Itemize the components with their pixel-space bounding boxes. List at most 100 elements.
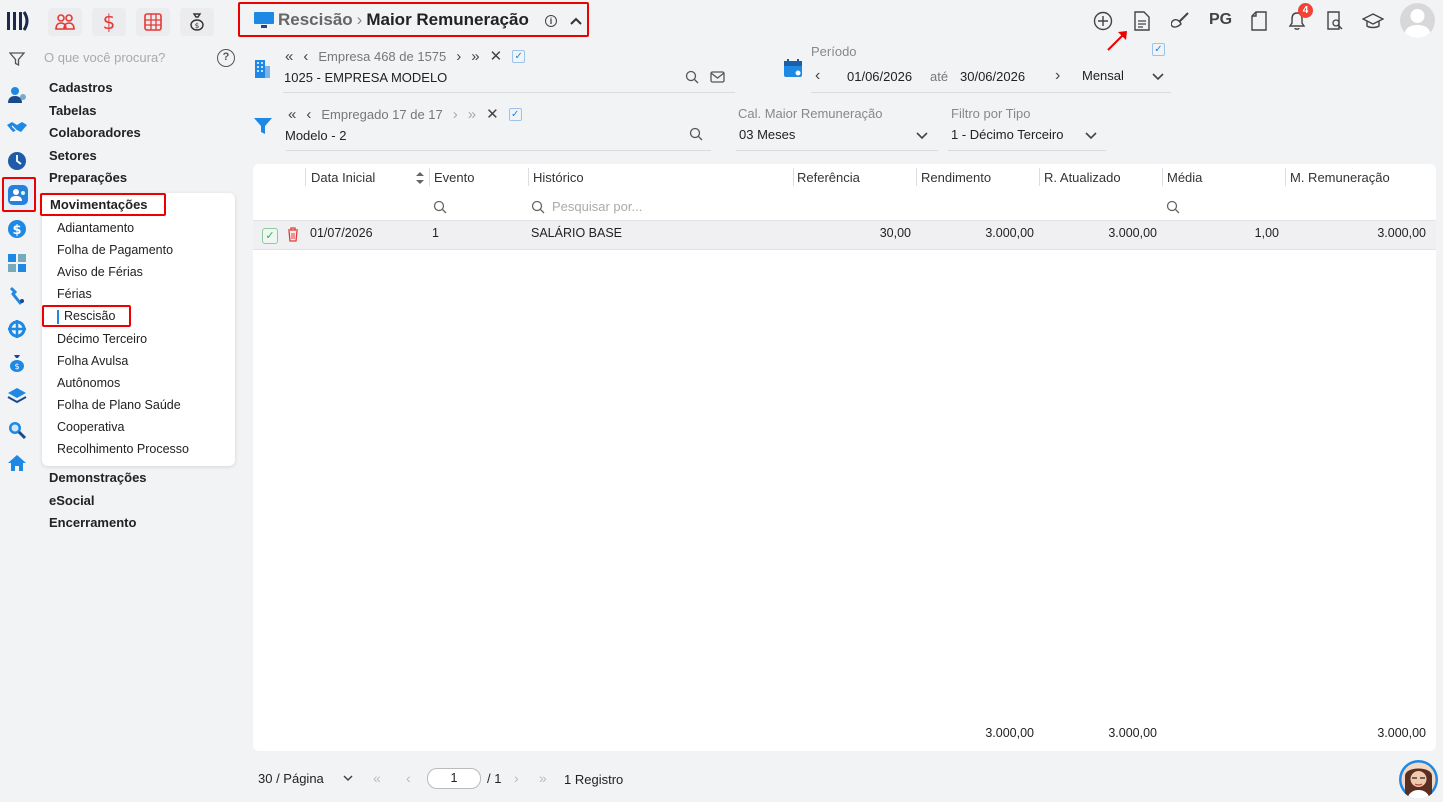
col-header-m-remuneracao[interactable]: M. Remuneração [1290,170,1390,185]
empresa-first-button[interactable]: « [285,48,293,65]
periodo-end-field[interactable]: 30/06/2026 [960,69,1025,84]
svg-text:$: $ [12,223,21,238]
sidebar-item-esocial[interactable]: eSocial [49,493,95,508]
calculator-icon[interactable] [6,252,28,274]
per-page-chevron-icon[interactable] [342,773,354,783]
submenu-item-ferias[interactable]: Férias [57,287,92,301]
module-bag-icon[interactable]: $ [180,8,214,36]
help-icon[interactable]: ? [217,49,235,67]
page-number-input[interactable]: 1 [427,768,481,789]
sidebar-item-preparacoes[interactable]: Preparações [49,170,127,185]
col-header-r-atualizado[interactable]: R. Atualizado [1044,170,1121,185]
page-first-button[interactable]: « [373,770,381,786]
submenu-item-aviso-ferias[interactable]: Aviso de Férias [57,265,143,279]
money-bag-icon[interactable]: $ [6,352,28,374]
empresa-checkbox[interactable]: ✓ [512,49,526,63]
tools-icon[interactable] [6,285,28,307]
empresa-clear-button[interactable]: ✕ [490,47,503,65]
empresa-last-button[interactable]: » [471,48,479,65]
module-people-icon[interactable] [48,8,82,36]
chevron-up-icon[interactable] [568,13,584,29]
trash-icon[interactable] [287,227,299,242]
submenu-item-folha-pagamento[interactable]: Folha de Pagamento [57,243,173,257]
submenu-item-adiantamento[interactable]: Adiantamento [57,221,134,235]
people-icon[interactable] [6,84,28,106]
info-icon[interactable]: i [545,15,557,27]
breadcrumb-parent[interactable]: Rescisão [278,10,353,30]
page-next-button[interactable]: › [514,770,519,786]
col-header-referencia[interactable]: Referência [797,170,860,185]
empresa-field[interactable]: 1025 - EMPRESA MODELO [284,70,447,85]
page-last-button[interactable]: » [539,770,547,786]
sidebar-search-input[interactable]: O que você procura? [44,50,165,65]
support-avatar[interactable] [1399,760,1438,799]
dollar-icon[interactable]: $ [6,218,28,240]
periodo-next-button[interactable]: › [1055,67,1060,85]
module-dollar-icon[interactable]: $ [92,8,126,36]
network-icon[interactable] [6,318,28,340]
notification-badge: 4 [1298,3,1313,18]
sidebar-item-encerramento[interactable]: Encerramento [49,515,136,530]
empresa-prev-button[interactable]: ‹ [303,48,308,65]
search-zoom-icon[interactable] [6,419,28,441]
submenu-item-plano-saude[interactable]: Folha de Plano Saúde [57,398,181,412]
avatar[interactable] [1400,3,1435,38]
brush-icon[interactable] [1170,10,1192,32]
col-header-historico[interactable]: Histórico [533,170,584,185]
empregado-last-button[interactable]: » [468,106,476,123]
historico-filter-search-icon[interactable] [531,200,545,214]
periodo-prev-button[interactable]: ‹ [815,67,820,85]
sort-icon[interactable] [415,171,425,185]
row-check-icon[interactable]: ✓ [262,228,278,244]
notes-icon[interactable] [1248,10,1270,32]
sidebar-item-cadastros[interactable]: Cadastros [49,80,113,95]
per-page-select[interactable]: 30 / Página [258,771,324,786]
page-prev-button[interactable]: ‹ [406,770,411,786]
sidebar-item-setores[interactable]: Setores [49,148,97,163]
chevron-down-icon[interactable] [1151,70,1165,82]
home-icon[interactable] [6,452,28,474]
media-filter-search-icon[interactable] [1166,200,1180,214]
submenu-item-decimo-terceiro[interactable]: Décimo Terceiro [57,332,147,346]
filtro-chevron-down-icon[interactable] [1084,129,1098,141]
cal-select[interactable]: 03 Meses [739,127,795,142]
handshake-icon[interactable] [6,117,28,139]
empregado-checkbox[interactable]: ✓ [508,107,522,121]
col-header-rendimento[interactable]: Rendimento [921,170,991,185]
filter-icon[interactable] [6,48,28,70]
evento-filter-search-icon[interactable] [433,200,447,214]
clock-icon[interactable] [6,150,28,172]
document-icon[interactable] [1131,10,1153,32]
mail-icon[interactable] [710,71,725,83]
col-header-data-inicial[interactable]: Data Inicial [311,170,375,185]
sidebar-item-tabelas[interactable]: Tabelas [49,103,96,118]
empregado-prev-button[interactable]: ‹ [306,106,311,123]
submenu-item-cooperativa[interactable]: Cooperativa [57,420,124,434]
empregado-field[interactable]: Modelo - 2 [285,128,346,143]
submenu-item-folha-avulsa[interactable]: Folha Avulsa [57,354,128,368]
module-grid-icon[interactable] [136,8,170,36]
report-search-icon[interactable] [1324,10,1346,32]
periodo-tipo-select[interactable]: Mensal [1082,68,1124,83]
pg-shortcut[interactable]: PG [1209,11,1232,29]
submenu-item-recolhimento[interactable]: Recolhimento Processo [57,442,189,456]
empregado-clear-button[interactable]: ✕ [486,105,499,123]
submenu-item-autonomos[interactable]: Autônomos [57,376,120,390]
layers-icon[interactable] [6,385,28,407]
sidebar-item-demonstracoes[interactable]: Demonstrações [49,470,147,485]
graduation-cap-icon[interactable] [1362,10,1384,32]
cal-chevron-down-icon[interactable] [915,129,929,141]
historico-filter-input[interactable]: Pesquisar por... [552,199,642,214]
periodo-start-field[interactable]: 01/06/2026 [847,69,912,84]
col-header-media[interactable]: Média [1167,170,1202,185]
app-logo[interactable] [6,10,30,32]
col-header-evento[interactable]: Evento [434,170,474,185]
empresa-next-button[interactable]: › [456,48,461,65]
empregado-next-button[interactable]: › [453,106,458,123]
sidebar-item-colaboradores[interactable]: Colaboradores [49,125,141,140]
empresa-search-icon[interactable] [685,70,699,84]
empregado-search-icon[interactable] [689,127,703,141]
filtro-select[interactable]: 1 - Décimo Terceiro [951,127,1063,142]
empregado-first-button[interactable]: « [288,106,296,123]
periodo-checkbox[interactable]: ✓ [1152,43,1165,56]
